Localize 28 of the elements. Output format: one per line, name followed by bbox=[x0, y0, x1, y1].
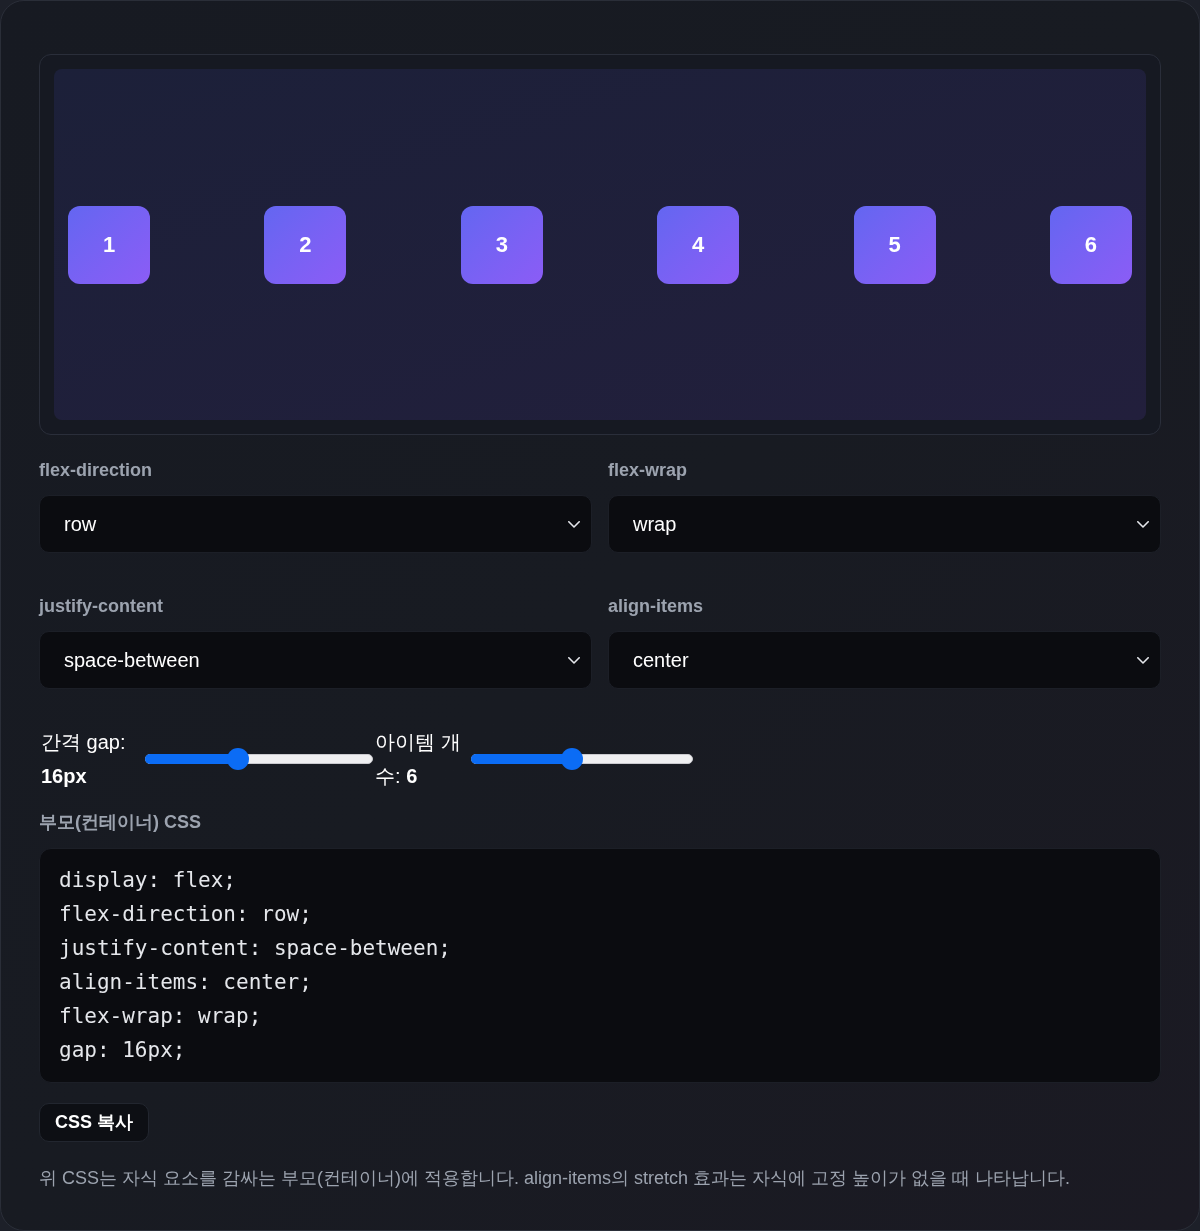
chevron-down-icon bbox=[568, 656, 580, 664]
flex-item: 2 bbox=[264, 205, 347, 284]
slider-thumb[interactable] bbox=[561, 748, 583, 770]
help-text: 위 CSS는 자식 요소를 감싸는 부모(컨테이너)에 적용합니다. align-items의 stretch 효과는 자식에 고정 높이가 없을 때 나타납니다. bbox=[39, 1167, 1071, 1190]
field-label: justify-content bbox=[39, 595, 163, 617]
chevron-down-icon bbox=[1137, 520, 1149, 528]
code-block: display: flex; flex-direction: row; justify-content: space-between; align-items: center; flex-wrap: wrap; gap: 16px; bbox=[39, 848, 1161, 1083]
range-slider[interactable] bbox=[145, 748, 373, 770]
flex-item: 4 bbox=[657, 205, 740, 284]
section-title: 부모(컨테이너) CSS bbox=[39, 811, 201, 833]
slider-label: 아이템 개수: 6 bbox=[375, 730, 462, 789]
select-field[interactable]: center bbox=[608, 631, 1161, 689]
chevron-down-icon bbox=[568, 520, 580, 528]
chevron-down-icon bbox=[1137, 656, 1149, 664]
flex-item: 3 bbox=[460, 205, 543, 284]
select-field[interactable]: row bbox=[39, 495, 592, 553]
range-slider[interactable] bbox=[471, 748, 693, 770]
flex-item: 5 bbox=[853, 205, 936, 284]
slider-thumb[interactable] bbox=[227, 748, 250, 770]
slider-label: 간격 gap: 16px bbox=[41, 730, 127, 789]
copy-button[interactable]: CSS 복사 bbox=[39, 1103, 149, 1142]
field-label: flex-wrap bbox=[608, 459, 688, 481]
select-field[interactable]: space-between bbox=[39, 631, 592, 689]
field-label: align-items bbox=[608, 595, 704, 617]
flex-item: 1 bbox=[68, 205, 150, 284]
select-field[interactable]: wrap bbox=[608, 495, 1161, 553]
field-label: flex-direction bbox=[39, 459, 153, 481]
flex-item: 6 bbox=[1049, 205, 1132, 284]
